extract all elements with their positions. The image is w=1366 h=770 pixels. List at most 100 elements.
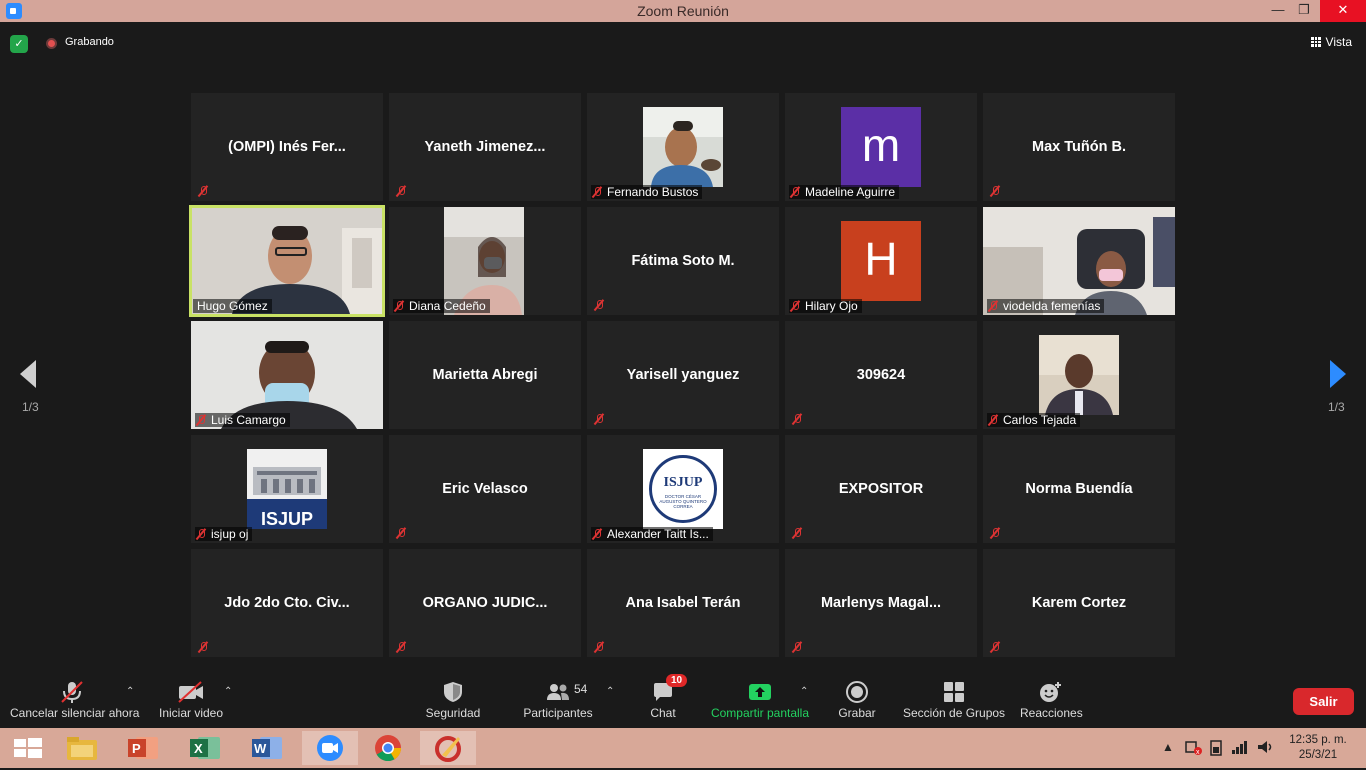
muted-mic-icon [989, 185, 1001, 197]
video-tile[interactable]: (OMPI) Inés Fer... [191, 93, 383, 201]
unmute-label: Cancelar silenciar ahora [10, 706, 140, 720]
participant-name: Fernando Bustos [607, 185, 699, 199]
windows-taskbar: P X W ▲ x 12:35 p. m. 25/3/21 [0, 728, 1366, 768]
video-options-caret-icon[interactable]: ⌃ [224, 686, 232, 697]
video-tile[interactable]: Max Tuñón B. [983, 93, 1175, 201]
window-titlebar: Zoom Reunión — ❐ ✕ [0, 0, 1366, 22]
view-button[interactable]: Vista [1310, 35, 1352, 49]
muted-mic-icon [197, 641, 209, 653]
word-taskbar-icon[interactable]: W [240, 731, 296, 765]
start-video-button[interactable]: Iniciar video [156, 680, 226, 720]
video-tile[interactable]: Yaneth Jimenez... [389, 93, 581, 201]
show-hidden-icons-caret-icon[interactable]: ▲ [1162, 740, 1174, 754]
participant-label: Alexander Taitt Is... [591, 527, 713, 541]
video-tile[interactable]: Luis Camargo [191, 321, 383, 429]
participant-name: isjup oj [211, 527, 249, 541]
close-button[interactable]: ✕ [1320, 0, 1366, 22]
participant-name: Eric Velasco [442, 481, 528, 497]
network-error-icon[interactable]: x [1184, 738, 1204, 759]
audio-options-caret-icon[interactable]: ⌃ [126, 686, 134, 697]
participant-name: EXPOSITOR [838, 481, 924, 497]
video-tile[interactable]: 309624 [785, 321, 977, 429]
record-button[interactable]: Grabar [834, 680, 880, 720]
minimize-button[interactable]: — [1264, 0, 1292, 22]
chat-button[interactable]: 10 Chat [642, 674, 688, 720]
ccleaner-taskbar-icon[interactable] [420, 731, 476, 765]
video-tile[interactable]: H Hilary Ojo [785, 207, 977, 315]
recording-status[interactable]: Grabando [65, 36, 114, 48]
unmute-button[interactable]: Cancelar silenciar ahora [10, 680, 140, 720]
breakout-rooms-icon [944, 682, 964, 702]
excel-taskbar-icon[interactable]: X [178, 731, 234, 765]
participants-options-caret-icon[interactable]: ⌃ [606, 686, 614, 697]
video-tile[interactable]: Fernando Bustos [587, 93, 779, 201]
muted-mic-icon [791, 641, 803, 653]
reactions-button[interactable]: Reacciones [1020, 680, 1083, 720]
muted-mic-icon [987, 414, 999, 426]
leave-meeting-button[interactable]: Salir [1293, 688, 1354, 715]
muted-mic-icon [593, 413, 605, 425]
video-tile[interactable]: Norma Buendía [983, 435, 1175, 543]
participant-label: Fernando Bustos [591, 185, 703, 199]
record-icon [846, 681, 868, 703]
participant-label: Hilary Ojo [789, 299, 862, 313]
zoom-taskbar-icon[interactable] [302, 731, 358, 765]
video-tile[interactable]: Yarisell yanguez [587, 321, 779, 429]
file-explorer-taskbar-icon[interactable] [54, 731, 110, 765]
participant-photo [643, 107, 723, 187]
video-tile[interactable]: Jdo 2do Cto. Civ... [191, 549, 383, 657]
restore-button[interactable]: ❐ [1290, 0, 1318, 22]
video-tile[interactable]: m Madeline Aguirre [785, 93, 977, 201]
video-tile[interactable]: Eric Velasco [389, 435, 581, 543]
previous-page-arrow-icon[interactable] [20, 360, 36, 388]
muted-mic-icon [395, 185, 407, 197]
breakout-rooms-button[interactable]: Sección de Grupos [903, 680, 1005, 720]
video-tile[interactable]: Marietta Abregi [389, 321, 581, 429]
share-screen-button[interactable]: Compartir pantalla [708, 680, 812, 720]
start-button[interactable] [0, 731, 56, 765]
system-clock[interactable]: 12:35 p. m. 25/3/21 [1284, 733, 1352, 763]
muted-mic-icon [197, 185, 209, 197]
muted-mic-icon [989, 527, 1001, 539]
page-indicator-left: 1/3 [22, 400, 39, 414]
next-page-arrow-icon[interactable] [1330, 360, 1346, 388]
video-tile[interactable]: ISJUP DOCTOR CÉSAR AUGUSTO QUINTERO CORR… [587, 435, 779, 543]
muted-mic-icon [791, 413, 803, 425]
chrome-taskbar-icon[interactable] [360, 731, 416, 765]
signal-icon[interactable] [1230, 738, 1248, 759]
svg-text:x: x [1196, 749, 1200, 756]
video-tile[interactable]: Carlos Tejada [983, 321, 1175, 429]
muted-mic-icon [195, 528, 207, 540]
participants-button[interactable]: 54 Participantes [520, 680, 596, 720]
svg-text:P: P [132, 741, 141, 756]
chat-unread-badge: 10 [666, 674, 688, 687]
video-tile[interactable]: ORGANO JUDIC... [389, 549, 581, 657]
avatar: m [841, 107, 921, 187]
video-tile[interactable]: EXPOSITOR [785, 435, 977, 543]
chat-label: Chat [650, 706, 676, 720]
active-speaker-tile[interactable]: Hugo Gómez [189, 205, 385, 317]
video-tile[interactable]: ISJUP isjup oj [191, 435, 383, 543]
encryption-shield-icon[interactable]: ✓ [10, 35, 28, 53]
logo-subtext: DOCTOR CÉSAR AUGUSTO QUINTERO CORREA [659, 494, 707, 509]
video-tile[interactable]: viodelda femenías [983, 207, 1175, 315]
participant-label: isjup oj [195, 527, 253, 541]
record-label: Grabar [838, 706, 876, 720]
video-tile[interactable]: Fátima Soto M. [587, 207, 779, 315]
muted-mic-icon [593, 641, 605, 653]
video-tile[interactable]: Ana Isabel Terán [587, 549, 779, 657]
share-options-caret-icon[interactable]: ⌃ [800, 686, 808, 697]
participant-label: viodelda femenías [987, 299, 1105, 313]
video-tile[interactable]: Marlenys Magal... [785, 549, 977, 657]
battery-icon[interactable] [1208, 738, 1226, 759]
muted-microphone-icon [61, 681, 83, 703]
muted-mic-icon [195, 414, 207, 426]
powerpoint-taskbar-icon[interactable]: P [116, 731, 172, 765]
speaker-icon[interactable] [1256, 738, 1274, 759]
security-button[interactable]: Seguridad [420, 680, 486, 720]
security-label: Seguridad [425, 706, 481, 720]
video-tile[interactable]: Karem Cortez [983, 549, 1175, 657]
video-tile[interactable]: Diana Cedeño [389, 207, 581, 315]
logo-text: ISJUP [260, 509, 314, 529]
view-label: Vista [1325, 35, 1352, 49]
